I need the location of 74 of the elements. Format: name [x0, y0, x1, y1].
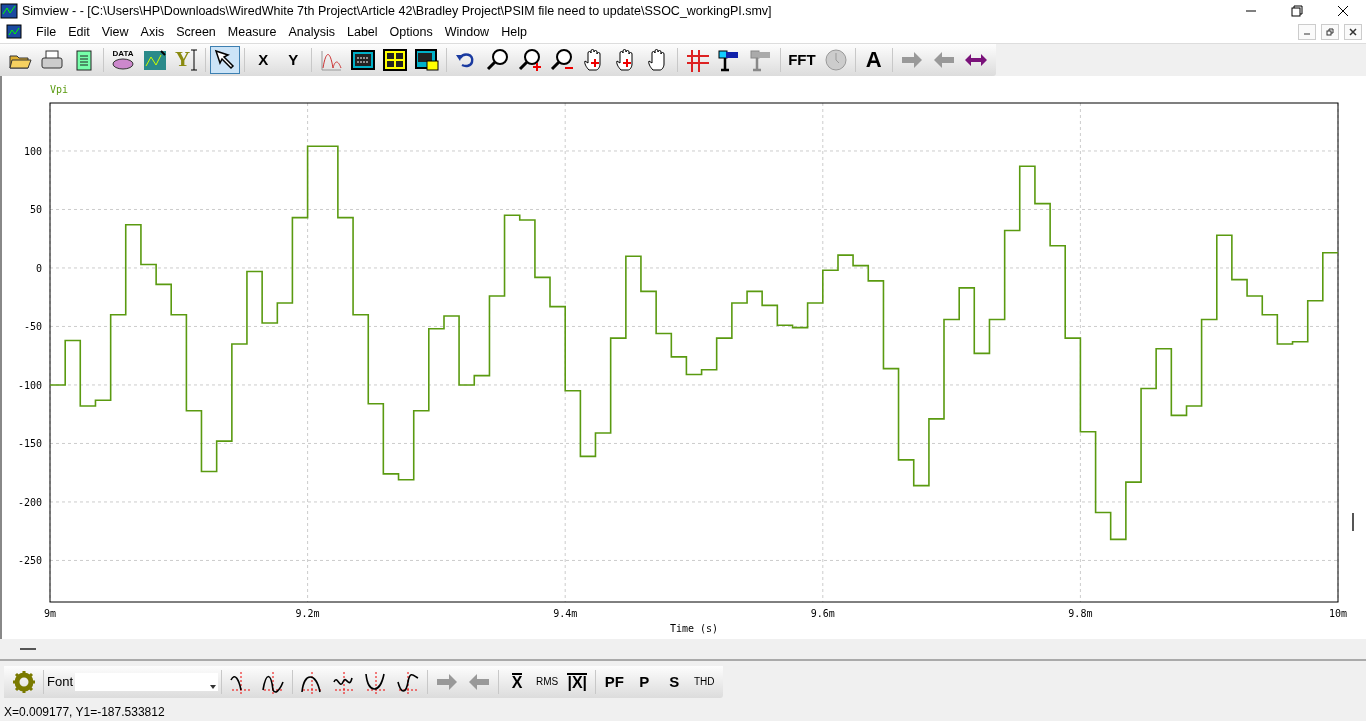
toolbar-button[interactable]: P	[630, 667, 659, 696]
menu-item[interactable]: Screen	[170, 25, 222, 40]
window-title: Simview - - [C:\Users\HP\Downloads\WiredWhite 7th Project\Article 42\Bradley Project\PSIM file need to update\SSOC_workingPI.smv]	[22, 4, 773, 18]
x-tick-label: 9.4m	[553, 608, 578, 620]
document-icon	[6, 24, 22, 41]
close-icon	[1337, 5, 1349, 17]
trace-label: Vpi	[50, 84, 69, 96]
waveform-icon	[396, 669, 420, 694]
y-tick-label: 50	[29, 204, 42, 216]
toolbar-button[interactable]: X	[503, 667, 531, 696]
clock-icon	[823, 47, 848, 72]
font-label: Font	[47, 674, 73, 690]
y-tick-label: -100	[17, 380, 42, 392]
menu-item[interactable]: Label	[341, 25, 384, 40]
toolbar-button[interactable]: DATA	[108, 45, 138, 74]
menu-item[interactable]: Window	[438, 25, 496, 40]
minimize-button[interactable]	[1298, 24, 1316, 41]
x-tick-label: 9.6m	[810, 608, 835, 620]
settings-icon	[12, 669, 36, 694]
restore-icon	[1291, 5, 1303, 17]
menu-item[interactable]: Edit	[62, 25, 96, 40]
select-tool-button[interactable]	[210, 45, 241, 74]
x-tick-label: 9.2m	[295, 608, 320, 620]
waveform-icon	[229, 669, 253, 694]
waveform-icon	[332, 669, 356, 694]
quad-panel-icon	[383, 47, 408, 72]
toolbar-button[interactable]: X	[249, 45, 278, 74]
toolbar-button[interactable]: PF	[600, 667, 629, 696]
menu-item[interactable]: Axis	[134, 25, 171, 40]
toolbar-button[interactable]: THD	[690, 667, 719, 696]
y-tick-label: -50	[23, 321, 42, 333]
toolbar-button[interactable]: FFT	[785, 45, 819, 74]
x-tick-label: 10m	[1328, 608, 1348, 620]
toolbar-button[interactable]: Y	[279, 45, 308, 74]
y-tick-label: 100	[23, 146, 42, 158]
scroll-marker	[1352, 513, 1354, 532]
panel-icon	[351, 47, 376, 72]
waveform-icon	[364, 669, 388, 694]
menu-item[interactable]: File	[30, 25, 63, 40]
magnifier-icon	[486, 47, 511, 72]
toolbar-button[interactable]: RMS	[533, 667, 562, 696]
waveform-icon	[261, 669, 285, 694]
panel-icon	[415, 47, 440, 72]
chart-icon	[143, 47, 167, 72]
y-tick-label: -200	[17, 497, 42, 509]
app-icon	[0, 2, 18, 20]
zoom-in-icon	[518, 47, 543, 72]
x-tick-label: 9.8m	[1068, 608, 1093, 620]
printer-icon	[40, 47, 64, 72]
restore-icon	[1326, 28, 1334, 37]
close-button[interactable]	[1344, 24, 1362, 41]
grid-icon	[685, 47, 710, 72]
toolbar-button[interactable]: |X|	[563, 667, 592, 696]
y-tick-label: 0	[35, 263, 42, 275]
disk-icon	[111, 58, 135, 71]
waveform-icon	[300, 669, 324, 694]
menu-item[interactable]: Analysis	[282, 25, 341, 40]
menu-item[interactable]: Help	[495, 25, 533, 40]
pane-handle[interactable]	[20, 648, 36, 651]
close-icon	[1349, 28, 1357, 37]
restore-button[interactable]	[1321, 24, 1339, 41]
menu-item[interactable]: View	[95, 25, 135, 40]
data-label: DATA	[112, 49, 134, 59]
menu-item[interactable]: Options	[383, 25, 439, 40]
y-tick-label: -150	[17, 438, 42, 450]
menu-item[interactable]: Measure	[221, 25, 283, 40]
zoom-out-icon	[550, 47, 575, 72]
toolbar-button[interactable]: S	[660, 667, 689, 696]
y-tick-label: -250	[17, 555, 42, 567]
y-label: Y	[175, 47, 191, 73]
x-axis-title: Time (s)	[669, 623, 719, 635]
cursor-icon	[190, 47, 199, 72]
text-button[interactable]: A	[859, 45, 888, 74]
x-tick-label: 9m	[44, 608, 56, 620]
